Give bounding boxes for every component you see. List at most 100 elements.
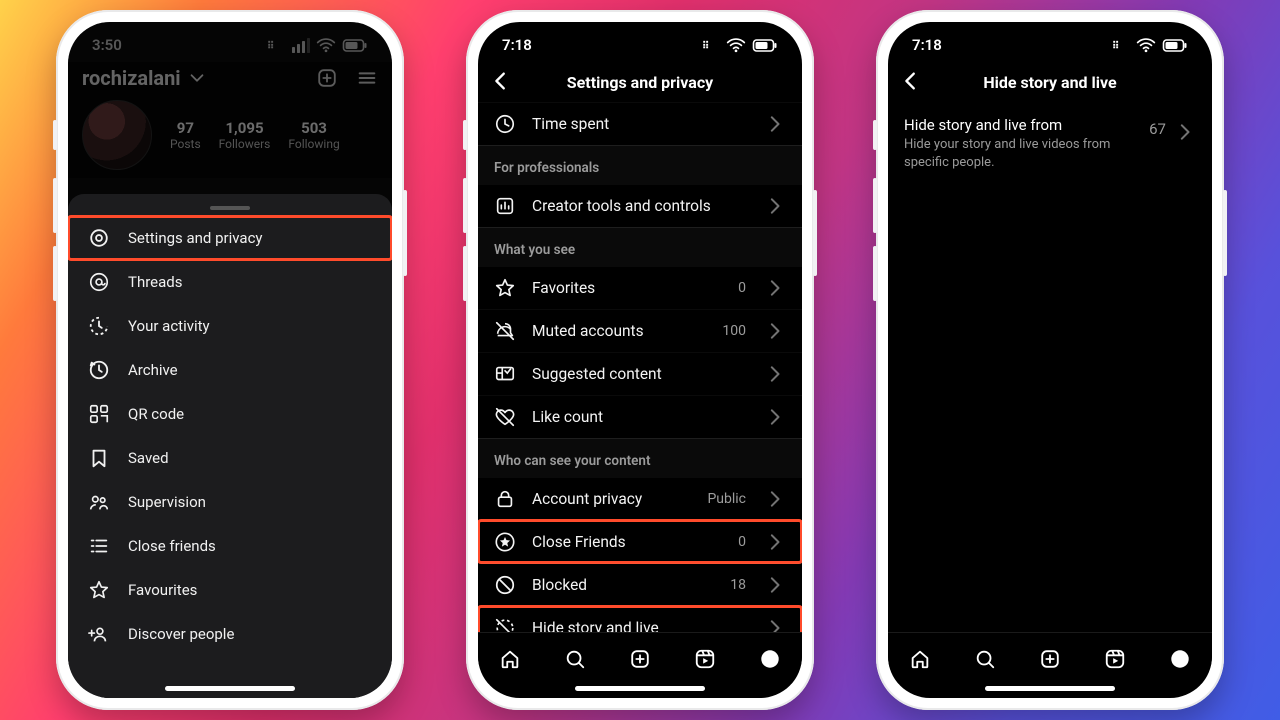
- battery-icon: [1162, 37, 1188, 54]
- menu-item-label: Discover people: [128, 625, 372, 643]
- settings-row-close[interactable]: Close Friends0: [478, 520, 802, 563]
- menu-item-saved[interactable]: Saved: [68, 436, 392, 480]
- battery-icon: [342, 37, 368, 54]
- settings-row-label: Like count: [532, 408, 750, 426]
- status-bar: 7:18 ⠿: [478, 22, 802, 62]
- username-text: rochizalani: [82, 66, 181, 90]
- settings-row-muted[interactable]: Muted accounts100: [478, 309, 802, 352]
- stat-following[interactable]: 503Following: [288, 119, 339, 151]
- menu-item-activity[interactable]: Your activity: [68, 304, 392, 348]
- settings-row-value: Public: [707, 491, 746, 507]
- nav-profile-icon[interactable]: [759, 648, 781, 670]
- settings-row-label: Time spent: [532, 115, 750, 133]
- settings-row-favorites[interactable]: Favorites 0: [478, 266, 802, 309]
- settings-row-value: 0: [738, 280, 746, 296]
- muted-icon: [494, 320, 516, 342]
- navbar-title-bar: Settings and privacy: [478, 62, 802, 102]
- bottom-nav: [888, 632, 1212, 684]
- section-header: What you see: [478, 227, 802, 266]
- svg-text:⠿: ⠿: [702, 41, 709, 52]
- nav-create-icon[interactable]: [629, 648, 651, 670]
- qr-icon: [88, 403, 110, 425]
- avatar[interactable]: [82, 100, 152, 170]
- wifi-icon: [726, 36, 746, 54]
- menu-item-label: Your activity: [128, 317, 372, 335]
- settings-row-value: 100: [722, 323, 746, 339]
- closefriends-icon: [88, 535, 110, 557]
- chevron-right-icon: [766, 321, 786, 341]
- phone-1-profile-menu: 3:50 ⠿ rochizalani 97Pos: [56, 10, 404, 710]
- chevron-right-icon: [766, 532, 786, 552]
- create-post-icon[interactable]: [316, 67, 338, 89]
- chevron-right-icon: [766, 407, 786, 427]
- menu-item-qr[interactable]: QR code: [68, 392, 392, 436]
- phone-3-hide-story: 7:18 ⠿ Hide story and live Hide story an…: [876, 10, 1224, 710]
- home-indicator[interactable]: [985, 686, 1115, 691]
- menu-item-supervision[interactable]: Supervision: [68, 480, 392, 524]
- settings-row-label: Blocked: [532, 576, 714, 594]
- menu-item-label: Settings and privacy: [128, 229, 372, 247]
- profile-menu-sheet: Settings and privacy Threads Your activity…: [68, 194, 392, 698]
- settings-row-privacy[interactable]: Account privacyPublic: [478, 477, 802, 520]
- menu-item-label: Close friends: [128, 537, 372, 555]
- nav-home-icon[interactable]: [909, 648, 931, 670]
- settings-row-label: Close Friends: [532, 533, 722, 551]
- cell-signal-icon: [291, 37, 310, 53]
- hide-from-count: 67: [1149, 116, 1166, 138]
- nav-search-icon[interactable]: [974, 648, 996, 670]
- status-time: 7:18: [912, 36, 942, 54]
- chevron-right-icon: [1176, 122, 1196, 142]
- activity-icon: [88, 315, 110, 337]
- settings-row-label: Favorites: [532, 279, 722, 297]
- hamburger-menu-icon[interactable]: [356, 67, 378, 89]
- dual-sim-icon: ⠿: [1112, 38, 1130, 52]
- sheet-grab-handle[interactable]: [210, 206, 250, 210]
- nav-profile-icon[interactable]: [1169, 648, 1191, 670]
- svg-text:⠿: ⠿: [267, 41, 274, 52]
- creator-icon: [494, 195, 516, 217]
- nav-reels-icon[interactable]: [1104, 648, 1126, 670]
- settings-row-likecount[interactable]: Like count: [478, 395, 802, 438]
- nav-home-icon[interactable]: [499, 648, 521, 670]
- battery-icon: [752, 37, 778, 54]
- home-indicator[interactable]: [165, 686, 295, 691]
- stat-followers[interactable]: 1,095Followers: [219, 119, 271, 151]
- menu-item-favourites[interactable]: Favourites: [68, 568, 392, 612]
- menu-item-archive[interactable]: Archive: [68, 348, 392, 392]
- hide-from-subtitle: Hide your story and live videos from spe…: [904, 136, 1139, 171]
- nav-search-icon[interactable]: [564, 648, 586, 670]
- settings-row-timespent[interactable]: Time spent: [478, 102, 802, 145]
- menu-item-settings[interactable]: Settings and privacy: [68, 216, 392, 260]
- settings-row-blocked[interactable]: Blocked18: [478, 563, 802, 606]
- settings-row-label: Suggested content: [532, 365, 750, 383]
- nav-create-icon[interactable]: [1039, 648, 1061, 670]
- chevron-right-icon: [766, 575, 786, 595]
- section-header: Who can see your content: [478, 438, 802, 477]
- back-button[interactable]: [490, 70, 512, 92]
- menu-item-label: Archive: [128, 361, 372, 379]
- settings-row-creator[interactable]: Creator tools and controls: [478, 184, 802, 227]
- close-icon: [494, 531, 516, 553]
- chevron-right-icon: [766, 196, 786, 216]
- discover-icon: [88, 623, 110, 645]
- dual-sim-icon: ⠿: [267, 38, 285, 52]
- dual-sim-icon: ⠿: [702, 38, 720, 52]
- hide-from-row[interactable]: Hide story and live from Hide your story…: [904, 108, 1196, 179]
- username-dropdown[interactable]: rochizalani: [82, 66, 207, 90]
- navbar-title-bar: Hide story and live: [888, 62, 1212, 102]
- home-indicator[interactable]: [575, 686, 705, 691]
- saved-icon: [88, 447, 110, 469]
- phone-2-settings: 7:18 ⠿ Settings and privacy Time spentFo…: [466, 10, 814, 710]
- menu-item-threads[interactable]: Threads: [68, 260, 392, 304]
- menu-item-closefriends[interactable]: Close friends: [68, 524, 392, 568]
- back-button[interactable]: [900, 70, 922, 92]
- page-title: Hide story and live: [983, 73, 1116, 92]
- settings-row-suggested[interactable]: Suggested content: [478, 352, 802, 395]
- stat-posts[interactable]: 97Posts: [170, 119, 201, 151]
- settings-row-label: Creator tools and controls: [532, 197, 750, 215]
- page-title: Settings and privacy: [567, 73, 713, 92]
- nav-reels-icon[interactable]: [694, 648, 716, 670]
- menu-item-discover[interactable]: Discover people: [68, 612, 392, 656]
- suggested-icon: [494, 363, 516, 385]
- status-time: 7:18: [502, 36, 532, 54]
